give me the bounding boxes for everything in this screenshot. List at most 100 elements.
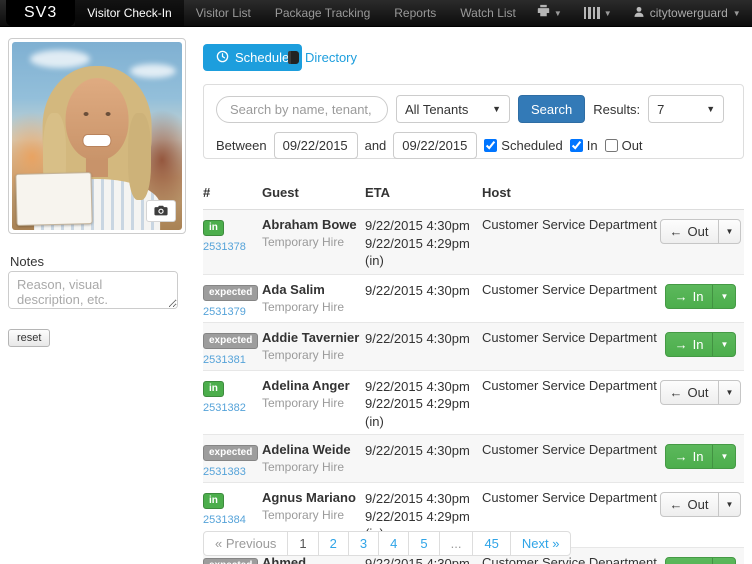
book-icon bbox=[288, 51, 299, 64]
date-from-input[interactable] bbox=[273, 132, 358, 159]
caret-down-icon[interactable]: ▼ bbox=[712, 445, 735, 469]
action-label: Out bbox=[687, 384, 709, 400]
caret-down-icon[interactable]: ▼ bbox=[712, 284, 735, 308]
guest-type: Temporary Hire bbox=[262, 235, 345, 249]
eta-scheduled: 9/22/2015 4:30pm bbox=[365, 491, 470, 507]
in-checkbox[interactable]: In bbox=[569, 138, 598, 153]
in-checkbox-input[interactable] bbox=[569, 139, 583, 152]
caret-down-icon[interactable]: ▼ bbox=[717, 220, 741, 243]
reset-button[interactable]: reset bbox=[8, 329, 51, 347]
guest-name: Addie Tavernier bbox=[262, 329, 360, 345]
status-badge: in bbox=[203, 220, 224, 236]
notes-input[interactable] bbox=[8, 271, 178, 309]
nav-items: Visitor Check-In Visitor List Package Tr… bbox=[75, 0, 528, 26]
eta-scheduled: 9/22/2015 4:30pm bbox=[365, 218, 470, 233]
header-host: Host bbox=[482, 185, 511, 200]
nav-item-reports[interactable]: Reports bbox=[382, 0, 448, 26]
barcode-icon bbox=[583, 7, 600, 19]
eta-scheduled: 9/22/2015 4:30pm bbox=[365, 330, 470, 346]
printer-icon bbox=[537, 4, 550, 22]
caret-down-icon[interactable]: ▼ bbox=[717, 493, 741, 517]
guest-type: Temporary Hire bbox=[262, 299, 345, 314]
host-name: Customer Service Department bbox=[482, 217, 657, 232]
tenant-select[interactable]: All Tenants ▼ bbox=[396, 95, 510, 123]
caret-down-icon[interactable]: ▼ bbox=[717, 380, 741, 404]
visitor-id-link[interactable]: 2531383 bbox=[203, 466, 262, 478]
pagination-page-2[interactable]: 2 bbox=[317, 531, 349, 556]
search-button[interactable]: Search bbox=[518, 95, 586, 123]
host-name: Customer Service Department bbox=[482, 281, 657, 297]
guest-name: Ada Salim bbox=[262, 281, 325, 297]
arrow-left-icon: ← bbox=[669, 384, 683, 400]
pagination-page-3[interactable]: 3 bbox=[347, 531, 380, 556]
guest-name: Adelina Anger bbox=[262, 377, 350, 393]
visitor-id-link[interactable]: 2531382 bbox=[203, 402, 262, 414]
check-out-button[interactable]: ← Out ▼ bbox=[659, 379, 742, 405]
arrow-right-icon: → bbox=[674, 336, 688, 352]
nav-item-visitor-check-in[interactable]: Visitor Check-In bbox=[75, 0, 184, 26]
table-row: expected 2531379 Ada Salim Temporary Hire … bbox=[203, 275, 744, 323]
action-label: In bbox=[692, 336, 704, 352]
arrow-right-icon: → bbox=[674, 288, 688, 304]
visitor-photo bbox=[12, 42, 182, 230]
clock-icon bbox=[216, 50, 229, 66]
check-out-button[interactable]: ← Out ▼ bbox=[659, 492, 742, 518]
pagination-previous[interactable]: « Previous bbox=[203, 531, 289, 556]
brand-logo[interactable]: SV3 bbox=[6, 0, 76, 26]
visitor-id-link[interactable]: 2531384 bbox=[203, 514, 262, 526]
camera-button[interactable] bbox=[146, 200, 176, 222]
guest-type: Temporary Hire bbox=[262, 460, 345, 475]
eta-scheduled: 9/22/2015 4:30pm bbox=[365, 282, 470, 298]
out-checkbox[interactable]: Out bbox=[604, 138, 643, 153]
nav-item-package-tracking[interactable]: Package Tracking bbox=[263, 0, 382, 26]
app-screen: SV3 Visitor Check-In Visitor List Packag… bbox=[0, 0, 752, 564]
nav-item-visitor-list[interactable]: Visitor List bbox=[184, 0, 263, 26]
guest-type: Temporary Hire bbox=[262, 395, 345, 410]
table-row: in 2531378 Abraham Bowe Temporary Hire 9/2… bbox=[203, 210, 744, 275]
eta-checkin: 9/22/2015 4:29pm (in) bbox=[365, 235, 470, 269]
caret-down-icon: ▼ bbox=[603, 8, 612, 18]
scheduled-checkbox[interactable]: Scheduled bbox=[484, 138, 563, 153]
results-select[interactable]: 7 ▼ bbox=[648, 95, 725, 123]
username-label: citytowerguard bbox=[649, 6, 728, 20]
pagination-page-5[interactable]: 5 bbox=[408, 531, 440, 556]
caret-down-icon: ▼ bbox=[553, 8, 562, 18]
pagination-page-4[interactable]: 4 bbox=[378, 531, 410, 556]
filter-panel: All Tenants ▼ Search Results: 7 ▼ Betwee… bbox=[203, 84, 744, 159]
check-in-button[interactable]: →In▼ bbox=[664, 283, 737, 309]
host-name: Customer Service Department bbox=[482, 554, 657, 564]
status-badge: in bbox=[203, 380, 224, 397]
caret-down-icon[interactable]: ▼ bbox=[712, 557, 735, 564]
check-in-button[interactable]: →In▼ bbox=[664, 556, 737, 564]
nav-item-watch-list[interactable]: Watch List bbox=[448, 0, 528, 26]
tenant-select-value: All Tenants bbox=[405, 101, 469, 117]
pagination-next[interactable]: Next » bbox=[509, 531, 572, 556]
guest-type: Temporary Hire bbox=[262, 508, 345, 523]
check-in-button[interactable]: →In ▼ bbox=[664, 331, 737, 357]
out-checkbox-input[interactable] bbox=[604, 139, 618, 152]
pagination-ellipsis: ... bbox=[438, 531, 474, 556]
search-input[interactable] bbox=[216, 95, 388, 123]
status-badge: expected bbox=[203, 557, 259, 564]
scheduled-checkbox-input[interactable] bbox=[484, 139, 498, 152]
visitor-id-link[interactable]: 2531378 bbox=[203, 241, 262, 253]
check-out-button[interactable]: ← Out ▼ bbox=[659, 219, 742, 244]
print-menu-button[interactable]: ▼ bbox=[528, 0, 571, 27]
caret-down-icon: ▼ bbox=[732, 8, 741, 18]
pagination-page-1[interactable]: 1 bbox=[287, 531, 319, 556]
pagination-page-45[interactable]: 45 bbox=[472, 531, 511, 556]
results-label: Results: bbox=[593, 101, 641, 117]
in-checkbox-label: In bbox=[586, 138, 598, 153]
caret-down-icon[interactable]: ▼ bbox=[712, 332, 735, 356]
scanner-menu-button[interactable]: ▼ bbox=[575, 0, 621, 27]
guest-type: Temporary Hire bbox=[262, 347, 345, 362]
eta-checkin: 9/22/2015 4:29pm (in) bbox=[365, 396, 470, 429]
visitor-id-link[interactable]: 2531381 bbox=[203, 354, 262, 366]
results-select-value: 7 bbox=[657, 101, 665, 117]
and-label: and bbox=[364, 138, 387, 153]
date-to-input[interactable] bbox=[393, 132, 478, 159]
user-menu[interactable]: citytowerguard ▼ bbox=[625, 6, 749, 21]
visitor-id-link[interactable]: 2531379 bbox=[203, 306, 262, 318]
check-in-button[interactable]: →In▼ bbox=[664, 444, 737, 470]
tab-directory[interactable]: Directory bbox=[288, 44, 357, 71]
